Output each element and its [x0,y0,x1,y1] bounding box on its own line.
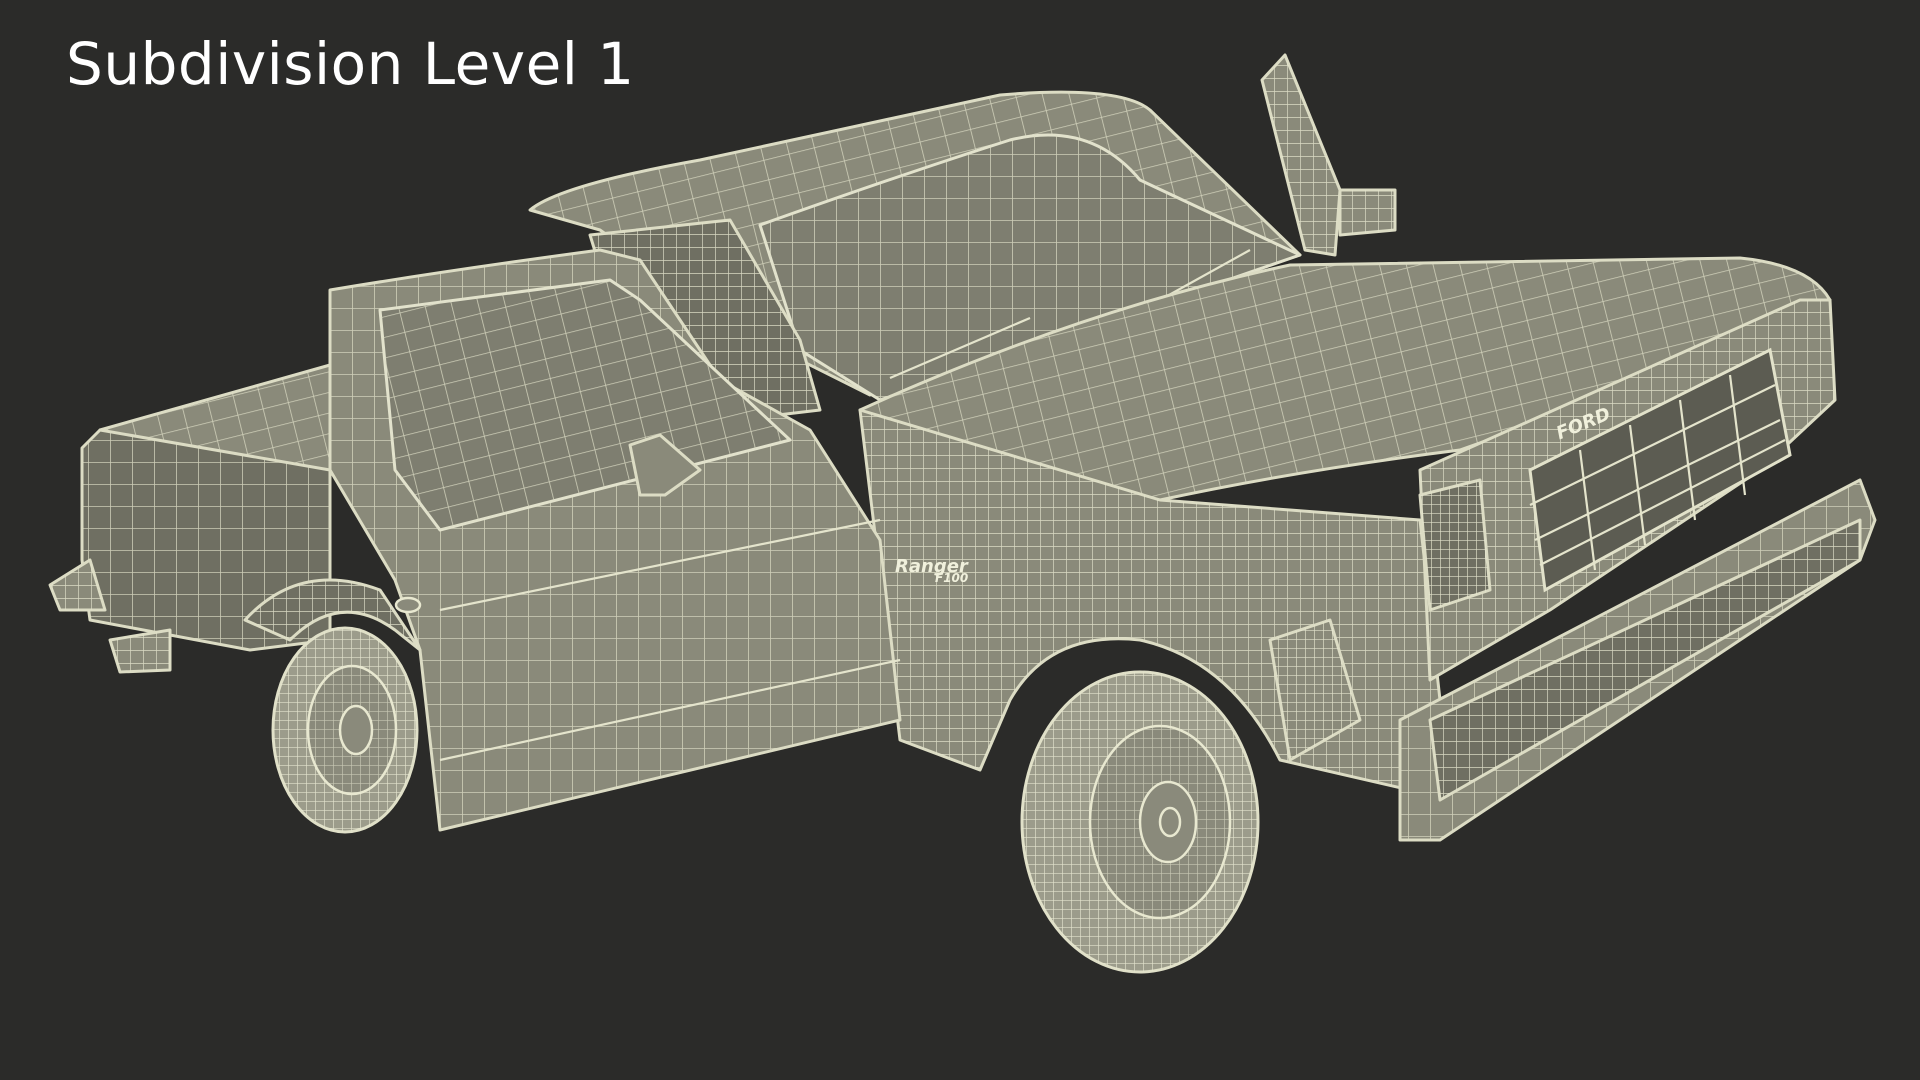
model-badge: F100 [935,571,968,585]
pickup-truck-wireframe-render: Ranger F100 FORD [48,53,1877,974]
passenger-mirror [1260,53,1397,257]
rear-wheel [271,626,419,834]
front-wheel [1020,618,1362,974]
render-viewport: Subdivision Level 1 Ranger F100 FORD [0,0,1920,1080]
